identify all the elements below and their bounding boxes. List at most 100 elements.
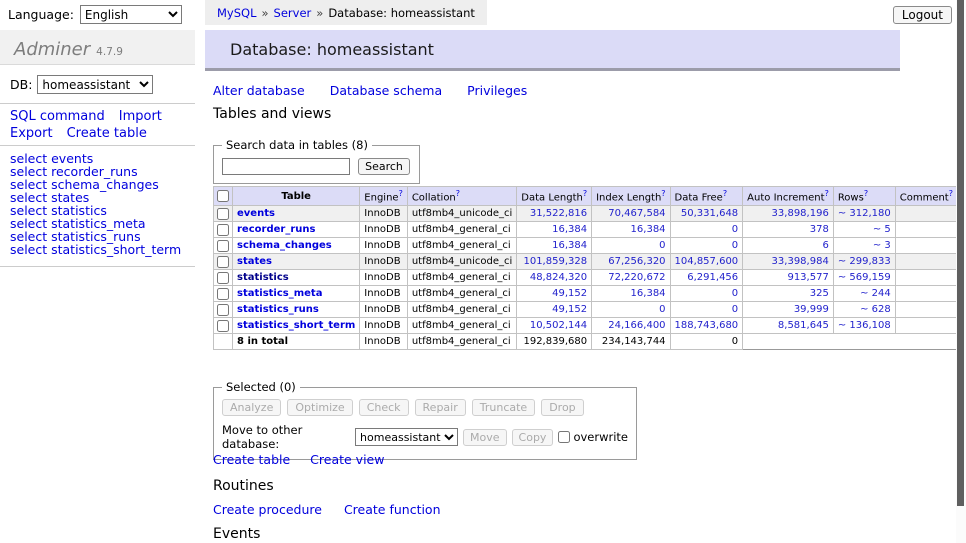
- help-link[interactable]: ?: [723, 189, 727, 198]
- create-view-link[interactable]: Create view: [310, 452, 384, 467]
- overwrite-checkbox[interactable]: [558, 431, 570, 443]
- search-input[interactable]: [222, 158, 350, 175]
- index-length-link[interactable]: 0: [659, 240, 665, 251]
- data-free-link[interactable]: 0: [732, 288, 738, 299]
- table-name-link[interactable]: states: [237, 256, 272, 267]
- data-free-link[interactable]: 6,291,456: [687, 272, 738, 283]
- action-link-privileges[interactable]: Privileges: [467, 83, 527, 98]
- data-length-link[interactable]: 48,824,320: [530, 272, 587, 283]
- data-length-link[interactable]: 10,502,144: [530, 320, 587, 331]
- auto-increment-link[interactable]: 33,398,984: [772, 256, 829, 267]
- auto-increment-link[interactable]: 325: [810, 288, 829, 299]
- table-name-link[interactable]: statistics: [237, 272, 289, 283]
- row-checkbox[interactable]: [217, 240, 229, 252]
- create-function-link[interactable]: Create function: [344, 502, 441, 517]
- data-length-link[interactable]: 16,384: [552, 240, 587, 251]
- breadcrumb-current: Database: homeassistant: [328, 6, 475, 20]
- sidebar-select-statistics-short-term[interactable]: select statistics_short_term: [10, 243, 181, 256]
- auto-increment-link[interactable]: 39,999: [794, 304, 829, 315]
- rows-link[interactable]: ~ 3: [873, 240, 891, 251]
- sidebar-link-export[interactable]: Export: [10, 126, 53, 141]
- table-name-link[interactable]: statistics_short_term: [237, 320, 355, 331]
- data-length-link[interactable]: 49,152: [552, 288, 587, 299]
- data-free-link[interactable]: 0: [732, 304, 738, 315]
- auto-increment-link[interactable]: 33,898,196: [772, 208, 829, 219]
- index-length-link[interactable]: 0: [659, 304, 665, 315]
- help-sup: ?: [825, 189, 829, 198]
- index-length-link[interactable]: 70,467,584: [608, 208, 665, 219]
- optimize-button[interactable]: Optimize: [287, 399, 352, 416]
- create-procedure-link[interactable]: Create procedure: [213, 502, 322, 517]
- repair-button[interactable]: Repair: [415, 399, 466, 416]
- rows-link[interactable]: ~ 312,180: [838, 208, 891, 219]
- data-length-link[interactable]: 101,859,328: [523, 256, 587, 267]
- row-checkbox[interactable]: [217, 224, 229, 236]
- auto-increment-link[interactable]: 8,581,645: [778, 320, 829, 331]
- index-length-link[interactable]: 72,220,672: [608, 272, 665, 283]
- move-db-select[interactable]: homeassistant: [355, 428, 458, 446]
- data-free-link[interactable]: 0: [732, 240, 738, 251]
- db-selector-row: DB: homeassistant: [10, 75, 153, 94]
- sidebar-link-sql-command[interactable]: SQL command: [10, 109, 105, 124]
- sidebar-link-import[interactable]: Import: [119, 109, 162, 124]
- data-length-link[interactable]: 49,152: [552, 304, 587, 315]
- table-name-link[interactable]: statistics_runs: [237, 304, 319, 315]
- index-length-link[interactable]: 67,256,320: [608, 256, 665, 267]
- breadcrumb-separator: »: [316, 6, 323, 20]
- row-checkbox[interactable]: [217, 208, 229, 220]
- breadcrumb-link-mysql[interactable]: MySQL: [217, 6, 257, 20]
- rows-link[interactable]: ~ 244: [860, 288, 891, 299]
- row-checkbox[interactable]: [217, 304, 229, 316]
- help-link[interactable]: ?: [949, 189, 953, 198]
- rows-link[interactable]: ~ 569,159: [838, 272, 891, 283]
- move-button[interactable]: Move: [463, 429, 507, 446]
- copy-button[interactable]: Copy: [512, 429, 554, 446]
- truncate-button[interactable]: Truncate: [472, 399, 535, 416]
- app-logo[interactable]: Adminer: [14, 39, 90, 60]
- table-name-link[interactable]: recorder_runs: [237, 224, 315, 235]
- help-link[interactable]: ?: [661, 189, 665, 198]
- data-free-link[interactable]: 104,857,600: [675, 256, 739, 267]
- table-name-link[interactable]: statistics_meta: [237, 288, 322, 299]
- rows-link[interactable]: ~ 136,108: [838, 320, 891, 331]
- breadcrumb-link-server[interactable]: Server: [274, 6, 312, 20]
- rows-link[interactable]: ~ 5: [873, 224, 891, 235]
- language-select[interactable]: English: [80, 5, 182, 24]
- action-link-alter-database[interactable]: Alter database: [213, 83, 305, 98]
- help-link[interactable]: ?: [825, 189, 829, 198]
- data-free-link[interactable]: 0: [732, 224, 738, 235]
- data-length-link[interactable]: 16,384: [552, 224, 587, 235]
- auto-increment-link[interactable]: 913,577: [787, 272, 828, 283]
- select-all-checkbox[interactable]: [217, 190, 229, 202]
- row-checkbox[interactable]: [217, 256, 229, 268]
- sidebar-link-create-table[interactable]: Create table: [67, 126, 147, 141]
- logout-button[interactable]: Logout: [893, 6, 952, 24]
- search-button[interactable]: Search: [358, 158, 410, 175]
- data-length-link[interactable]: 31,522,816: [530, 208, 587, 219]
- row-checkbox[interactable]: [217, 288, 229, 300]
- rows-link[interactable]: ~ 628: [860, 304, 891, 315]
- scrollbar-thumb[interactable]: [957, 0, 964, 506]
- row-checkbox[interactable]: [217, 320, 229, 332]
- help-link[interactable]: ?: [399, 189, 403, 198]
- help-link[interactable]: ?: [864, 189, 868, 198]
- table-name-link[interactable]: events: [237, 208, 275, 219]
- auto-increment-link[interactable]: 6: [822, 240, 828, 251]
- data-free-link[interactable]: 188,743,680: [675, 320, 739, 331]
- drop-button[interactable]: Drop: [541, 399, 583, 416]
- check-button[interactable]: Check: [359, 399, 409, 416]
- auto-increment-link[interactable]: 378: [810, 224, 829, 235]
- create-table-link[interactable]: Create table: [213, 452, 290, 467]
- index-length-link[interactable]: 16,384: [631, 288, 666, 299]
- analyze-button[interactable]: Analyze: [222, 399, 281, 416]
- help-link[interactable]: ?: [456, 189, 460, 198]
- table-name-link[interactable]: schema_changes: [237, 240, 332, 251]
- index-length-link[interactable]: 24,166,400: [608, 320, 665, 331]
- help-link[interactable]: ?: [583, 189, 587, 198]
- action-link-database-schema[interactable]: Database schema: [330, 83, 442, 98]
- data-free-link[interactable]: 50,331,648: [681, 208, 738, 219]
- rows-link[interactable]: ~ 299,833: [838, 256, 891, 267]
- row-checkbox[interactable]: [217, 272, 229, 284]
- index-length-link[interactable]: 16,384: [631, 224, 666, 235]
- db-select[interactable]: homeassistant: [37, 75, 153, 94]
